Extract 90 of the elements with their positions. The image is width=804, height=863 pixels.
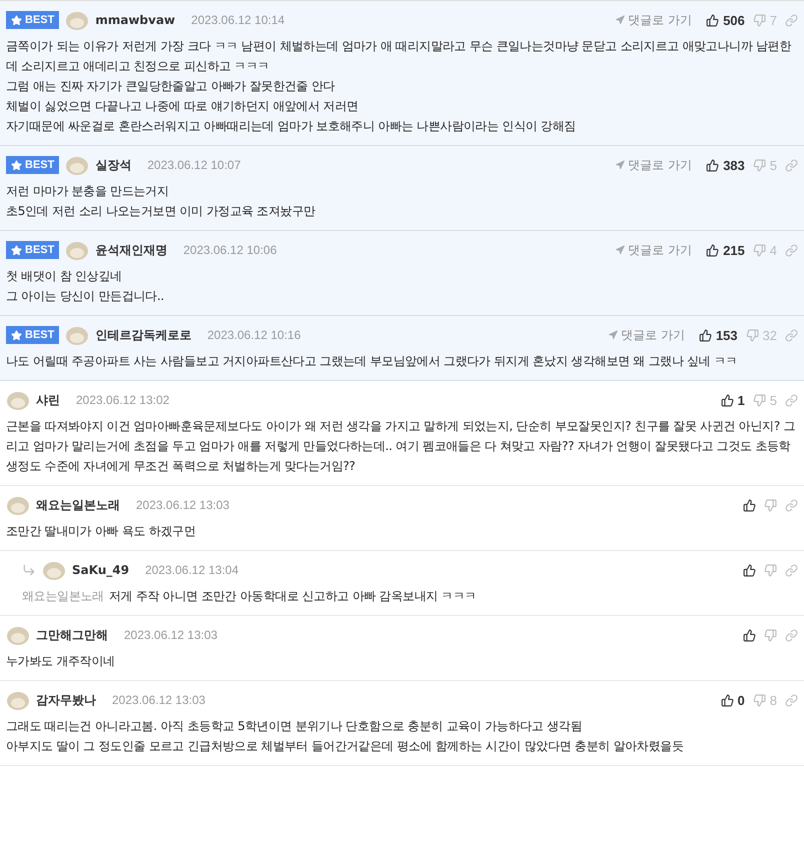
- comment-text: 첫 배댓이 참 인상깊네: [6, 269, 122, 283]
- link-icon[interactable]: [785, 328, 798, 342]
- link-icon[interactable]: [785, 158, 798, 172]
- comment-date: 2023.06.12 10:06: [183, 243, 277, 257]
- comment-text: 금쪽이가 되는 이유가 저런게 가장 크다 ㅋㅋ 남편이 체벌하는데 엄마가 애 때리지말라고 무슨 큰일나는것마냥 문닫고 소리지르고 애맞고나니까 남편한데 소리지르고 애데리고 친정으로 피신하고 ㅋㅋㅋ: [6, 39, 792, 73]
- thumbs-down-icon: [764, 564, 777, 576]
- dislike-button[interactable]: [764, 564, 777, 576]
- avatar-icon: [65, 324, 90, 346]
- avatar-icon: [65, 154, 90, 176]
- thumbs-down-icon: [746, 328, 759, 342]
- thumbs-down-icon: [752, 14, 766, 26]
- link-icon[interactable]: [785, 694, 798, 706]
- like-button[interactable]: 1: [720, 392, 745, 408]
- thumbs-down-icon: [752, 694, 766, 706]
- link-icon[interactable]: [785, 564, 798, 576]
- like-button[interactable]: [743, 498, 756, 512]
- comment-date: 2023.06.12 13:03: [136, 498, 230, 512]
- author-name[interactable]: SaKu_49: [72, 563, 130, 577]
- thumbs-down-icon: [764, 628, 777, 642]
- comment-date: 2023.06.12 13:03: [124, 628, 218, 642]
- comment-date: 2023.06.12 13:04: [145, 563, 238, 577]
- author-name[interactable]: mmawbvaw: [95, 13, 176, 27]
- thumbs-up-icon: [743, 564, 756, 576]
- author-name[interactable]: 실장석: [95, 156, 132, 174]
- avatar-icon: [6, 624, 30, 646]
- like-button[interactable]: 383: [706, 158, 745, 172]
- comment-text: 조만간 딸내미가 아빠 욕도 하겠구먼: [6, 524, 196, 538]
- like-button[interactable]: [743, 628, 756, 642]
- like-button[interactable]: 153: [698, 328, 738, 342]
- link-icon[interactable]: [785, 244, 798, 256]
- comment-text: 자기때문에 싸운걸로 혼란스러워지고 아빠때리는데 엄마가 보호해주니 아빠는 나쁜사람이라는 인식이 강해짐: [6, 119, 576, 133]
- best-badge: BEST: [6, 326, 60, 344]
- comment-text: 초5인데 저런 소리 나오는거보면 이미 가정교육 조져놨구만: [6, 204, 316, 218]
- comment-text: 아부지도 딸이 그 정도인줄 모르고 긴급처방으로 체벌부터 들어간거같은데 평소에 함께하는 시간이 많았다면 충분히 알아차렸을듯: [6, 739, 684, 753]
- like-button[interactable]: 0: [720, 692, 745, 708]
- thumbs-up-icon: [743, 498, 756, 512]
- avatar-icon: [6, 494, 30, 516]
- best-badge: BEST: [6, 11, 60, 29]
- thumbs-up-icon: [706, 158, 720, 172]
- dislike-button[interactable]: [764, 498, 777, 512]
- comment-text: 체벌이 싫었으면 다끝나고 나중에 따로 얘기하던지 애앞에서 저러면: [6, 99, 358, 113]
- thumbs-down-icon: [764, 498, 777, 512]
- thumbs-down-icon: [752, 394, 766, 406]
- comment-text: 나도 어릴때 주공아파트 사는 사람들보고 거지아파트산다고 그랬는데 부모님앞에서 그랬다가 뒤지게 혼났지 생각해보면 왜 그랬나 싶네 ㅋㅋ: [6, 354, 738, 368]
- send-arrow-icon: [615, 15, 626, 25]
- send-arrow-icon: [608, 330, 618, 340]
- thumbs-down-icon: [752, 244, 766, 256]
- comment-date: 2023.06.12 10:14: [191, 13, 285, 27]
- best-badge: BEST: [6, 241, 60, 259]
- comment-date: 2023.06.12 10:07: [147, 158, 241, 172]
- comment-date: 2023.06.12 13:03: [112, 693, 206, 707]
- link-icon[interactable]: [785, 498, 798, 512]
- comment-text: 그 아이는 당신이 만든겁니다..: [6, 289, 164, 303]
- avatar-icon: [65, 9, 90, 31]
- avatar-icon: [65, 239, 90, 261]
- thumbs-up-icon: [706, 14, 720, 26]
- comment-text: 그럼 애는 진짜 자기가 큰일당한줄알고 아빠가 잘못한건줄 안다: [6, 79, 335, 93]
- author-name[interactable]: 샤린: [36, 392, 60, 408]
- comment-date: 2023.06.12 10:16: [207, 328, 301, 342]
- author-name[interactable]: 그만해그만해: [36, 626, 108, 644]
- author-name[interactable]: 감자무봤나: [36, 692, 96, 708]
- comment-text: 저런 마마가 분충을 만드는거지: [6, 184, 169, 198]
- thumbs-up-icon: [698, 328, 712, 342]
- avatar-icon: [42, 559, 66, 581]
- send-arrow-icon: [615, 245, 626, 255]
- avatar-icon: [6, 389, 30, 411]
- send-arrow-icon: [615, 160, 626, 170]
- comment-date: 2023.06.12 13:02: [76, 393, 170, 407]
- comment-text: 그래도 때리는건 아니라고봄. 아직 초등학교 5학년이면 분위기나 단호함으로 충분히 교육이 가능하다고 생각됨: [6, 719, 582, 733]
- author-name[interactable]: 인테르감독케로로: [95, 326, 192, 344]
- reply-arrow-icon: [22, 563, 36, 577]
- author-name[interactable]: 왜요는일본노래: [36, 496, 120, 514]
- thumbs-down-icon: [752, 158, 766, 172]
- best-badge: BEST: [6, 156, 60, 174]
- comment-text: 근본을 따져봐야지 이건 엄마아빠훈육문제보다도 아이가 왜 저런 생각을 가지고 말하게 되었는지, 단순히 부모잘못인지? 친구를 잘못 사귄건 아닌지? 그리고 엄마가 말리는거에 초점을 두고 엄마가 애를 저렇게 만들었다하는데.. 여기 펨코애들은 다 쳐맞고 자람?? 자녀가 언행이 잘못됐다고 그것도 초등학생정도 수준에 자녀에게 무조건 폭력으로 처벌하는게 맞다는거임??: [6, 419, 796, 473]
- like-button[interactable]: 215: [706, 242, 745, 258]
- like-button[interactable]: [743, 564, 756, 576]
- link-icon[interactable]: [785, 394, 798, 406]
- thumbs-up-icon: [720, 694, 734, 706]
- thumbs-up-icon: [706, 244, 720, 256]
- link-icon[interactable]: [785, 628, 798, 642]
- thumbs-up-icon: [743, 628, 756, 642]
- author-name[interactable]: 윤석재인재명: [95, 242, 168, 258]
- comment-text: 누가봐도 개주작이네: [6, 654, 115, 668]
- dislike-button[interactable]: [764, 628, 777, 642]
- avatar-icon: [6, 689, 30, 711]
- link-icon[interactable]: [785, 14, 798, 26]
- thumbs-up-icon: [720, 394, 734, 406]
- like-button[interactable]: 506: [706, 12, 745, 28]
- comment-text: 저게 주작 아니면 조만간 아동학대로 신고하고 아빠 감옥보내지 ㅋㅋㅋ: [108, 589, 476, 603]
